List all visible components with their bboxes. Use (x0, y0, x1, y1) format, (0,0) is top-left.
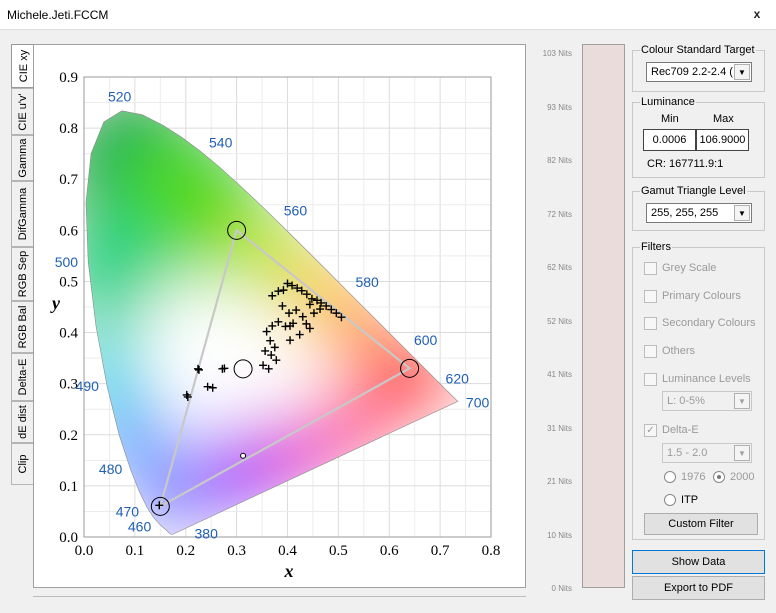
luminance-min-value: 0.0006 (643, 129, 696, 151)
nits-label: 62 Nits (547, 263, 572, 272)
y-tick-label: 0.8 (59, 121, 78, 137)
chevron-down-icon: ▼ (734, 393, 750, 409)
filters-group: Filters Grey Scale Primary Colours Secon… (632, 241, 765, 540)
x-tick-label: 0.2 (176, 543, 195, 559)
nits-label: 31 Nits (547, 423, 572, 433)
tab-rgb-sep[interactable]: RGB Sep (11, 247, 33, 301)
x-tick-label: 0.4 (278, 543, 297, 559)
nits-label: 72 Nits (547, 209, 572, 219)
y-tick-label: 0.5 (59, 274, 78, 290)
contrast-ratio: CR: 167711.9:1 (647, 158, 724, 170)
wavelength-label: 700 (466, 395, 490, 411)
luminance-max-label: Max (713, 113, 734, 125)
nits-label: 93 Nits (547, 102, 572, 112)
x-tick-label: 0.5 (329, 543, 348, 559)
wavelength-label: 460 (128, 519, 152, 535)
checkmark-icon: ✓ (644, 424, 657, 437)
x-axis-label: x (284, 561, 294, 581)
wavelength-label: 560 (284, 203, 308, 219)
tab-cie-xy[interactable]: CIE xy (11, 44, 35, 88)
tab-difgamma[interactable]: DifGamma (11, 181, 33, 247)
nits-label: 10 Nits (547, 530, 572, 540)
x-tick-label: 0.6 (380, 543, 399, 559)
chevron-down-icon: ▼ (734, 205, 750, 221)
wavelength-label: 480 (99, 461, 123, 477)
x-tick-label: 0.3 (227, 543, 246, 559)
wavelength-label: 380 (195, 525, 219, 541)
cie-chart-panel: 0.0 0.1 0.2 0.3 0.4 0.5 0.6 0.7 0.8 0.0 0.1 0.2 0.3 0… (33, 44, 526, 588)
y-axis-label: y (50, 293, 61, 313)
wavelength-label: 470 (116, 503, 140, 519)
export-pdf-button[interactable]: Export to PDF (632, 576, 765, 600)
status-divider (33, 596, 526, 597)
title-bar: Michele.Jeti.FCCM x (0, 0, 776, 30)
nits-label: 41 Nits (547, 370, 572, 379)
colour-standard-select[interactable]: Rec709 2.2-2.4 ( ▼ (646, 62, 752, 82)
x-tick-label: 0.1 (126, 543, 145, 559)
tab-clip[interactable]: Clip (11, 443, 33, 485)
nits-label: 52 Nits (547, 316, 572, 326)
tab-delta-e[interactable]: Delta-E (11, 353, 33, 401)
spectral-locus-fill (86, 110, 458, 535)
y-tick-label: 0.2 (59, 428, 78, 444)
tab-de-dist[interactable]: dE dist (11, 401, 33, 443)
tab-gamma[interactable]: Gamma (11, 135, 33, 181)
wavelength-label: 620 (446, 371, 470, 387)
delta-e-select[interactable]: 1.5 - 2.0 ▼ (662, 443, 752, 463)
gamut-level-select[interactable]: 255, 255, 255 ▼ (646, 203, 752, 223)
y-tick-label: 0.4 (59, 326, 78, 342)
close-icon[interactable]: x (750, 7, 764, 21)
luminance-scale: 103 Nits 93 Nits 82 Nits 72 Nits 62 Nits 52 N… (537, 44, 627, 593)
wavelength-label: 500 (55, 254, 79, 270)
chevron-down-icon: ▼ (734, 64, 750, 80)
luminance-max-value: 106.9000 (696, 129, 749, 151)
show-data-button[interactable]: Show Data (632, 550, 765, 574)
custom-filter-button[interactable]: Custom Filter (644, 513, 758, 535)
gamut-level-group: Gamut Triangle Level 255, 255, 255 ▼ (632, 185, 765, 231)
tab-rgb-bal[interactable]: RGB Bal (11, 301, 33, 353)
wavelength-label: 540 (209, 135, 233, 151)
luminance-group: Luminance Min Max 0.0006 106.9000 CR: 16… (632, 96, 765, 178)
wavelength-label: 600 (414, 332, 438, 348)
x-tick-label: 0.8 (482, 543, 501, 559)
nits-label: 82 Nits (547, 156, 572, 165)
colour-standard-group: Colour Standard Target Rec709 2.2-2.4 ( … (632, 44, 765, 92)
y-tick-label: 0.1 (59, 479, 78, 495)
nits-label: 103 Nits (542, 49, 572, 58)
target-marker (240, 452, 247, 459)
luminance-levels-select[interactable]: L: 0-5% ▼ (662, 391, 752, 411)
wavelength-label: 520 (108, 89, 132, 105)
nits-label: 21 Nits (547, 477, 572, 486)
x-tick-label: 0.7 (431, 543, 450, 559)
y-tick-label: 0.7 (59, 172, 78, 188)
y-tick-label: 0.0 (59, 530, 78, 546)
tab-cie-uv[interactable]: CIE u'v' (11, 88, 33, 135)
y-tick-label: 0.6 (59, 223, 78, 239)
wavelength-label: 580 (355, 274, 379, 290)
luminance-bar (582, 44, 625, 588)
chevron-down-icon: ▼ (734, 445, 750, 461)
cie-xy-chart: 0.0 0.1 0.2 0.3 0.4 0.5 0.6 0.7 0.80.00.10.20.30… (50, 70, 501, 581)
luminance-min-label: Min (661, 113, 679, 125)
window-title: Michele.Jeti.FCCM (7, 8, 109, 22)
wavelength-label: 490 (76, 378, 100, 394)
nits-label: 0 Nits (551, 584, 572, 593)
y-tick-label: 0.9 (59, 70, 78, 86)
